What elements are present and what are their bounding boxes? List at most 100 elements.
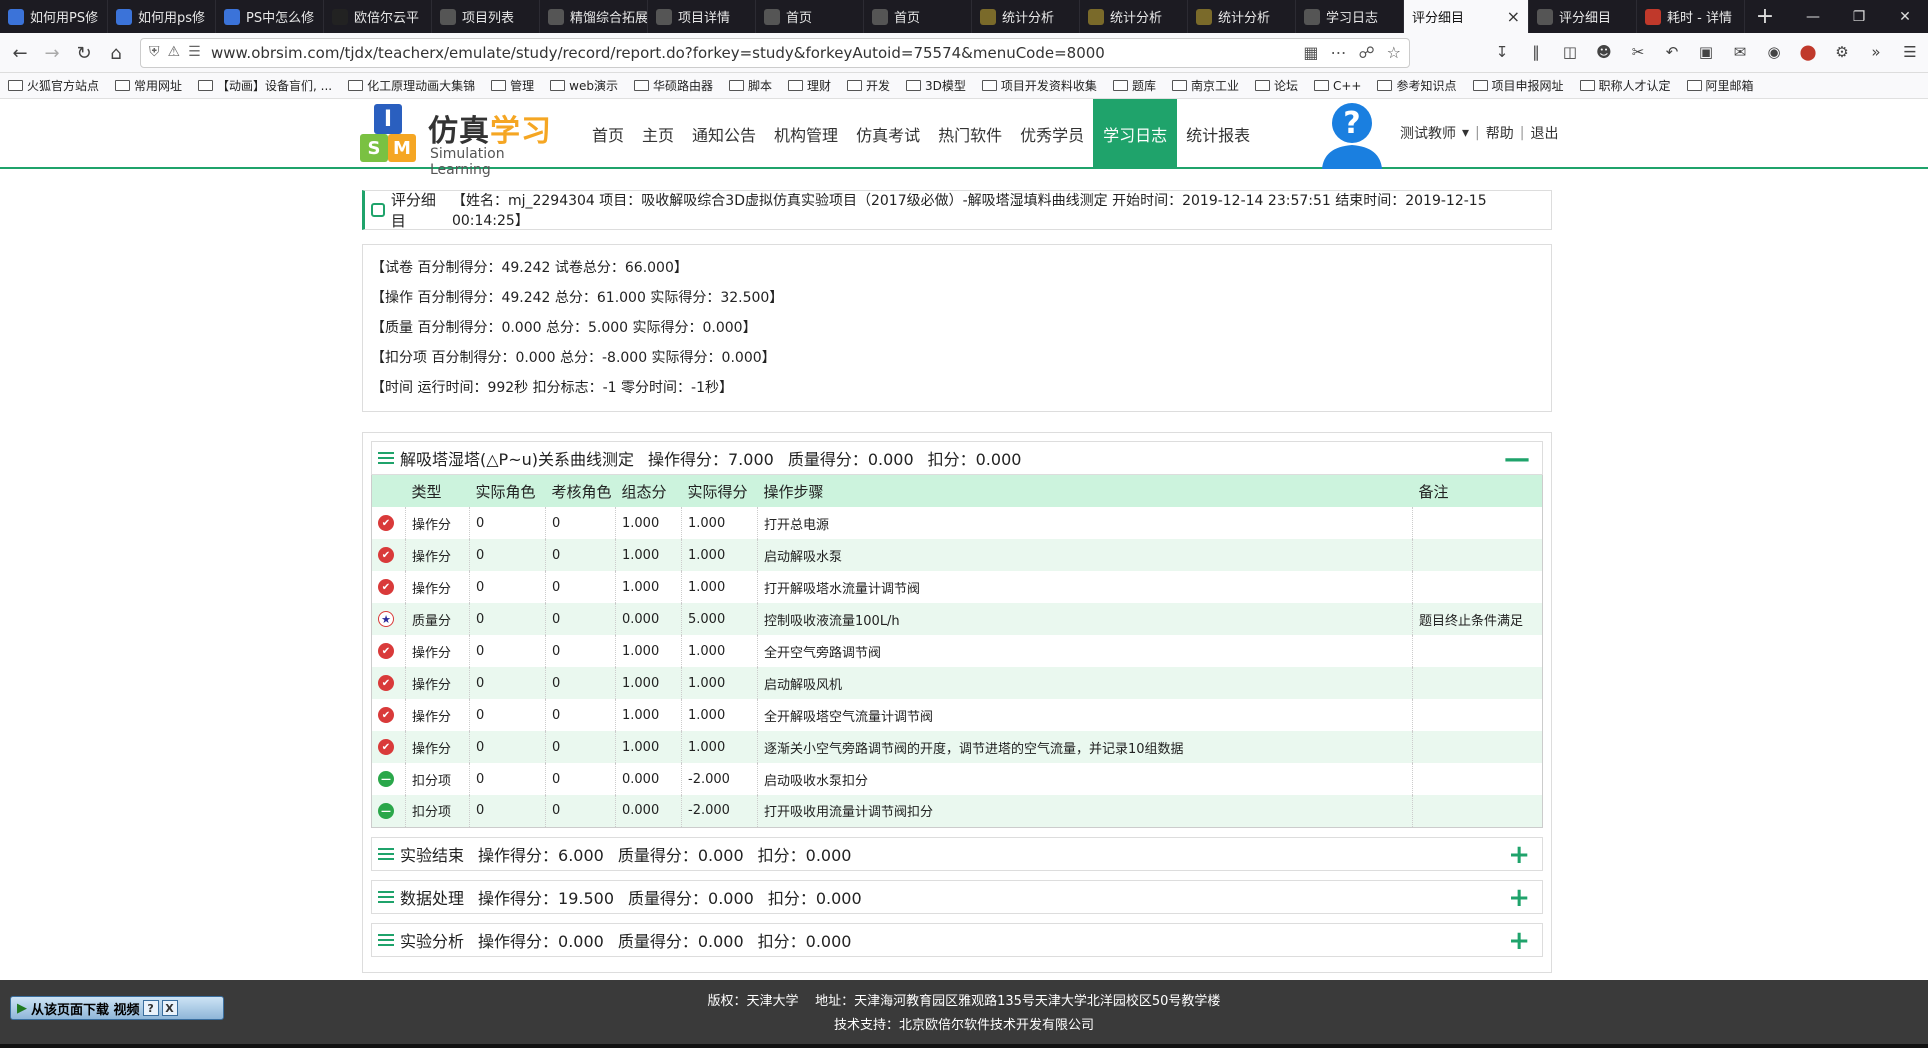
- logout-link[interactable]: 退出: [1530, 123, 1558, 143]
- bookmark-item[interactable]: 南京工业: [1171, 77, 1239, 94]
- nav-item[interactable]: 热门软件: [929, 99, 1011, 169]
- bookmark-item[interactable]: 华硕路由器: [633, 77, 713, 94]
- bookmark-item[interactable]: 常用网址: [115, 77, 182, 94]
- account-icon[interactable]: ☻: [1592, 37, 1616, 67]
- mail-icon[interactable]: ✉: [1728, 37, 1752, 67]
- qr-code-icon[interactable]: ▦: [1303, 43, 1318, 62]
- undo-icon[interactable]: ↶: [1660, 37, 1684, 67]
- forward-icon[interactable]: →: [36, 37, 68, 69]
- browser-tab[interactable]: 项目列表: [432, 0, 540, 33]
- section-header[interactable]: 数据处理 操作得分：19.500 质量得分：0.000 扣分：0.000 +: [371, 879, 1543, 914]
- browser-tab[interactable]: 统计分析: [972, 0, 1080, 33]
- bookmark-star-icon[interactable]: ☆: [1387, 43, 1401, 62]
- nav-item[interactable]: 通知公告: [683, 99, 765, 169]
- bookmark-item[interactable]: 理财: [788, 77, 831, 94]
- adblock-icon[interactable]: ⬤: [1796, 37, 1820, 67]
- bookmark-item[interactable]: 开发: [847, 77, 890, 94]
- reload-icon[interactable]: ↻: [68, 37, 100, 69]
- site-footer: 版权：天津大学 地址：天津海河教育园区雅观路135号天津大学北洋园校区50号教学…: [0, 980, 1928, 1044]
- nav-item[interactable]: 主页: [633, 99, 683, 169]
- help-icon[interactable]: ?: [142, 1000, 159, 1016]
- report-content: 评分细目 【姓名：mj_2294304 项目：吸收解吸综合3D虚拟仿真实验项目（…: [362, 190, 1552, 973]
- bookmark-item[interactable]: 脚本: [728, 77, 772, 94]
- bookmark-item[interactable]: 管理: [491, 77, 534, 94]
- insecure-lock-icon[interactable]: ⚠: [168, 44, 181, 60]
- browser-tab[interactable]: 首页: [756, 0, 864, 33]
- video-download-label[interactable]: 从该页面下载 视频: [31, 999, 140, 1018]
- section-header[interactable]: 实验分析 操作得分：0.000 质量得分：0.000 扣分：0.000 +: [371, 922, 1543, 957]
- browser-tab[interactable]: 学习日志: [1296, 0, 1404, 33]
- bookmark-item[interactable]: 阿里邮箱: [1686, 77, 1754, 94]
- pocket-icon[interactable]: ☍: [1358, 43, 1374, 62]
- menu-icon[interactable]: ☰: [1898, 37, 1922, 67]
- expand-icon[interactable]: +: [1508, 884, 1530, 912]
- nav-item[interactable]: 仿真考试: [847, 99, 929, 169]
- nav-item[interactable]: 学习日志: [1093, 99, 1178, 169]
- translate-icon[interactable]: ▣: [1694, 37, 1718, 67]
- bookmark-item[interactable]: web演示: [550, 77, 618, 94]
- section-header[interactable]: 实验结束 操作得分：6.000 质量得分：0.000 扣分：0.000 +: [371, 836, 1543, 871]
- table-header-cell: 操作步骤: [757, 475, 1413, 507]
- window-close-icon[interactable]: ✕: [1882, 0, 1928, 33]
- new-tab-icon[interactable]: +: [1745, 0, 1785, 33]
- bookmark-item[interactable]: 火狐官方站点: [8, 77, 99, 94]
- bookmark-item[interactable]: 题库: [1112, 77, 1156, 94]
- browser-tab[interactable]: 评分细目: [1529, 0, 1637, 33]
- shield-icon[interactable]: ⛨: [149, 44, 160, 60]
- download-icon[interactable]: ↧: [1490, 37, 1514, 67]
- table-row: — 扣分项 0 0 0.000 -2.000 启动吸收水泵扣分: [371, 763, 1543, 795]
- browser-tab[interactable]: 首页: [864, 0, 972, 33]
- nav-item[interactable]: 优秀学员: [1011, 99, 1093, 169]
- browser-tab[interactable]: 项目详情: [648, 0, 756, 33]
- collapse-icon[interactable]: —: [1504, 445, 1530, 473]
- more-actions-icon[interactable]: ⋯: [1330, 43, 1346, 62]
- help-link[interactable]: 帮助: [1486, 123, 1514, 143]
- bookmark-item[interactable]: 项目开发资料收集: [981, 77, 1097, 94]
- browser-tab[interactable]: PS中怎么修: [216, 0, 324, 33]
- browser-tab[interactable]: 统计分析: [1080, 0, 1188, 33]
- bookmark-item[interactable]: 论坛: [1254, 77, 1298, 94]
- browser-tab[interactable]: 统计分析: [1188, 0, 1296, 33]
- close-tab-icon[interactable]: ×: [1507, 7, 1520, 26]
- restore-icon[interactable]: ❐: [1836, 0, 1882, 33]
- library-icon[interactable]: ‖: [1524, 37, 1548, 67]
- bookmark-item[interactable]: 参考知识点: [1377, 77, 1457, 94]
- url-bar[interactable]: ⛨ ⚠ ☰ www.obrsim.com/tjdx/teacherx/emula…: [140, 38, 1410, 68]
- user-name[interactable]: 测试教师: [1400, 123, 1456, 143]
- section-header[interactable]: 解吸塔湿塔(△P~u)关系曲线测定 操作得分：7.000 质量得分：0.000 扣分：…: [371, 441, 1543, 475]
- url-text[interactable]: www.obrsim.com/tjdx/teacherx/emulate/stu…: [211, 44, 1105, 62]
- page-info-icon[interactable]: ☰: [188, 44, 201, 60]
- nav-item[interactable]: 首页: [583, 99, 633, 169]
- video-download-bar[interactable]: ▶ 从该页面下载 视频 ? X: [10, 996, 224, 1020]
- site-logo[interactable]: I S M 仿真学习 Simulation Learning: [358, 102, 568, 178]
- bookmark-item[interactable]: 项目申报网址: [1472, 77, 1564, 94]
- expand-icon[interactable]: +: [1508, 841, 1530, 869]
- close-icon[interactable]: X: [161, 1000, 178, 1016]
- browser-tab[interactable]: 精馏综合拓展3D: [540, 0, 648, 33]
- browser-tab-active[interactable]: 评分细目 ×: [1404, 0, 1529, 33]
- back-icon[interactable]: ←: [4, 37, 36, 69]
- browser-tab[interactable]: 如何用ps修: [108, 0, 216, 33]
- nav-item[interactable]: 机构管理: [765, 99, 847, 169]
- user-avatar-icon[interactable]: ?: [1318, 99, 1386, 169]
- home-icon[interactable]: ⌂: [100, 37, 132, 69]
- user-dropdown-icon[interactable]: ▾: [1462, 125, 1469, 141]
- cell-config: 1.000: [615, 571, 682, 603]
- extension-monkey-icon[interactable]: ◉: [1762, 37, 1786, 67]
- overflow-chevron-icon[interactable]: »: [1864, 37, 1888, 67]
- browser-tab[interactable]: 欧倍尔云平: [324, 0, 432, 33]
- browser-tab[interactable]: 如何用PS修: [0, 0, 108, 33]
- screenshot-icon[interactable]: ✂: [1626, 37, 1650, 67]
- minimize-icon[interactable]: —: [1790, 0, 1836, 33]
- bookmark-item[interactable]: C++: [1313, 79, 1361, 93]
- browser-tab[interactable]: 耗时 - 详情: [1637, 0, 1745, 33]
- nav-item[interactable]: 统计报表: [1177, 99, 1259, 169]
- table-header-cell: 考核角色: [545, 475, 616, 507]
- expand-icon[interactable]: +: [1508, 927, 1530, 955]
- bookmark-item[interactable]: 化工原理动画大集锦: [348, 77, 475, 94]
- bookmark-item[interactable]: 3D模型: [906, 77, 966, 94]
- bookmark-item[interactable]: 职称人才认定: [1579, 77, 1671, 94]
- sidebar-icon[interactable]: ◫: [1558, 37, 1582, 67]
- bookmark-item[interactable]: 【动画】设备盲们, ...: [198, 77, 332, 94]
- extension-icon[interactable]: ⚙: [1830, 37, 1854, 67]
